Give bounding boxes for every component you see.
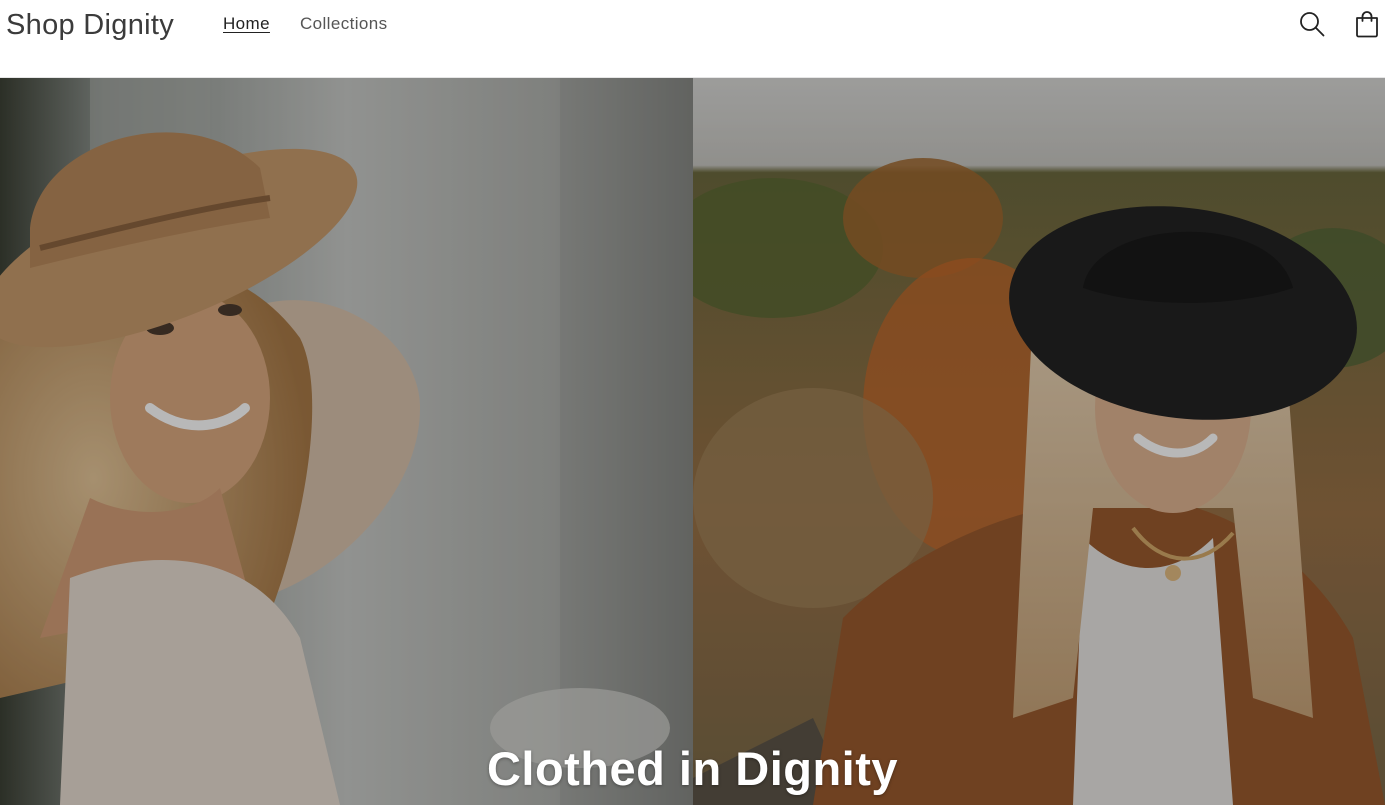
site-header: Shop Dignity Home Collections bbox=[0, 0, 1385, 78]
site-logo[interactable]: Shop Dignity bbox=[6, 6, 174, 44]
nav-item-home[interactable]: Home bbox=[223, 12, 270, 36]
hero-title: Clothed in Dignity bbox=[486, 742, 899, 796]
hero-banner: Clothed in Dignity bbox=[0, 78, 1385, 805]
woman-in-tan-hat-photo bbox=[0, 78, 693, 805]
main-nav: Home Collections bbox=[223, 12, 388, 36]
woman-in-black-hat-photo bbox=[693, 78, 1385, 805]
hero-image-right bbox=[693, 78, 1385, 805]
hero-image-left bbox=[0, 78, 693, 805]
cart-button[interactable] bbox=[1352, 9, 1382, 39]
nav-item-collections[interactable]: Collections bbox=[300, 12, 388, 36]
search-icon bbox=[1300, 12, 1325, 37]
search-button[interactable] bbox=[1297, 9, 1327, 39]
cart-icon bbox=[1356, 11, 1378, 38]
